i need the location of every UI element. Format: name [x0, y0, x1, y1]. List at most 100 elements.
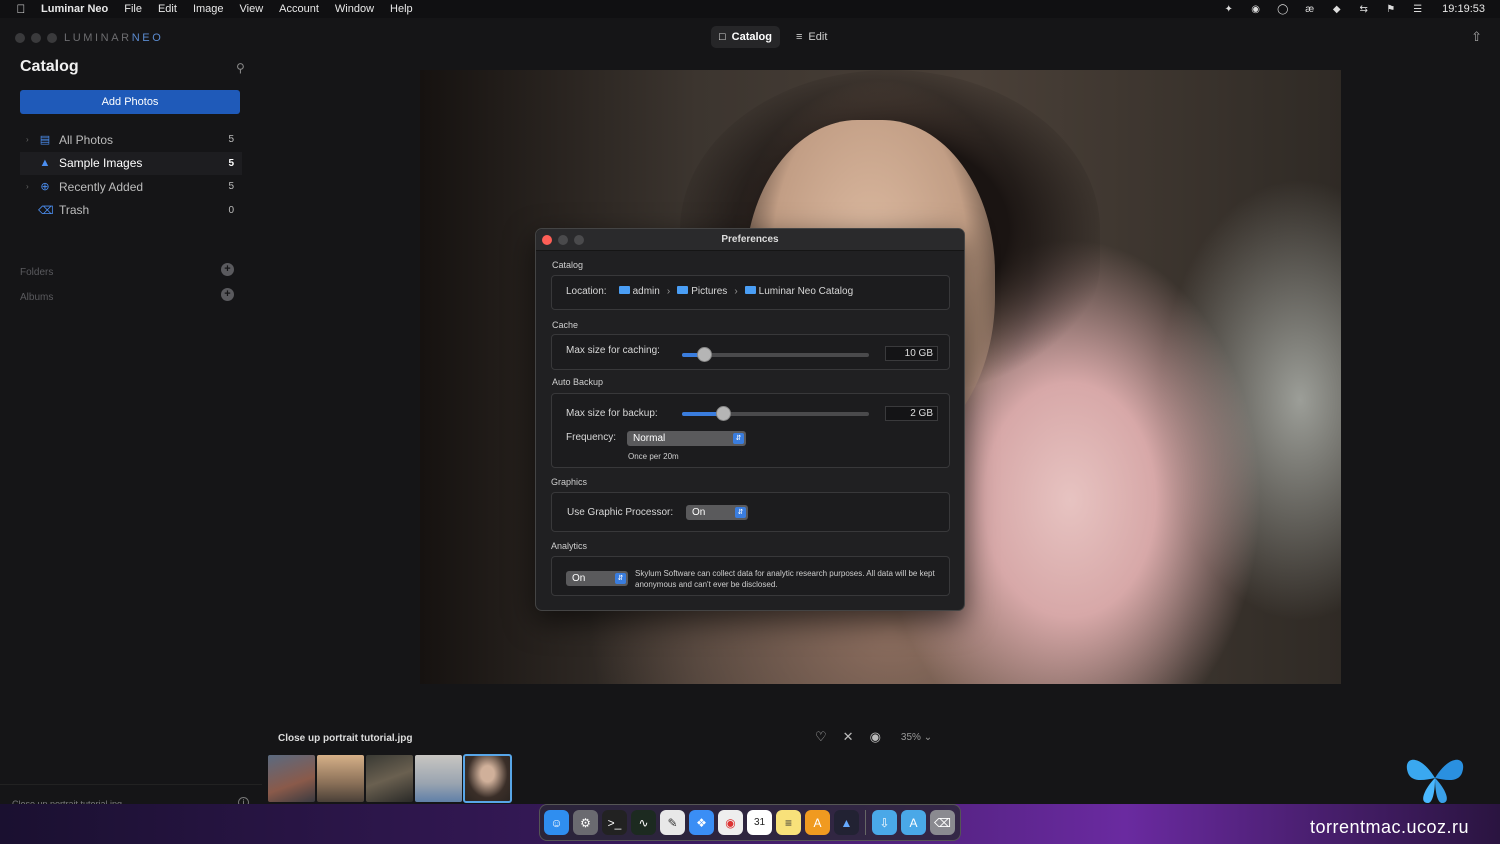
pin-icon[interactable]: ✦ — [1222, 4, 1235, 15]
safari-icon[interactable]: ❖ — [689, 810, 714, 835]
toggle-icon[interactable]: ◯ — [1276, 4, 1289, 15]
analytics-select[interactable]: On ⇵ — [566, 571, 628, 586]
butterfly-logo — [1406, 759, 1464, 803]
gpu-select[interactable]: On ⇵ — [686, 505, 748, 520]
thumbnail[interactable] — [268, 755, 315, 802]
eye-icon[interactable]: ◉ — [870, 729, 881, 745]
graduation-cap-icon: ▲ — [39, 157, 51, 170]
close-dialog-button[interactable] — [542, 235, 552, 245]
grammarly-icon[interactable]: ◉ — [1249, 4, 1262, 15]
dock: ☺ ⚙ >_ ∿ ✎ ❖ ◉ 31 ≡ A ▲ ⇩ A ⌫ — [539, 804, 961, 841]
finder-icon[interactable]: ☺ — [544, 810, 569, 835]
trash-icon[interactable]: ⌫ — [930, 810, 955, 835]
backup-label: Max size for backup: — [566, 408, 658, 419]
applications-folder-icon[interactable]: A — [901, 810, 926, 835]
thumbnail[interactable] — [366, 755, 413, 802]
control-center-icon[interactable]: ☰ — [1411, 4, 1424, 15]
clock[interactable]: 19:19:53 — [1442, 3, 1485, 15]
luminar-neo-icon[interactable]: ▲ — [834, 810, 859, 835]
zoom-dialog-button — [574, 235, 584, 245]
downloads-folder-icon[interactable]: ⇩ — [872, 810, 897, 835]
menu-file[interactable]: File — [124, 3, 142, 15]
folder-icon: □ — [719, 31, 726, 43]
close-window-button[interactable] — [15, 33, 25, 43]
folders-section[interactable]: Folders + — [20, 263, 240, 278]
edit-tab[interactable]: ≡ Edit — [788, 26, 835, 48]
thumbnail[interactable] — [415, 755, 462, 802]
menu-help[interactable]: Help — [390, 3, 413, 15]
menu-app-name[interactable]: Luminar Neo — [41, 3, 108, 15]
thumbnail[interactable] — [317, 755, 364, 802]
folder-icon — [618, 286, 630, 294]
item-count: 5 — [228, 181, 234, 193]
sidebar-item-sample-images[interactable]: ▲ Sample Images 5 — [20, 151, 242, 175]
catalog-section-label: Catalog — [552, 260, 584, 270]
catalog-tab[interactable]: □ Catalog — [711, 26, 780, 48]
sliders-icon: ≡ — [796, 31, 803, 43]
window-controls — [15, 33, 57, 43]
path-separator: › — [666, 286, 671, 297]
minimize-window-button[interactable] — [31, 33, 41, 43]
notes-icon[interactable]: ≡ — [776, 810, 801, 835]
sidebar-item-all-photos[interactable]: › ▤ All Photos 5 — [20, 128, 242, 151]
preferences-dialog: Preferences Catalog Location: admin › Pi… — [535, 228, 965, 611]
activity-monitor-icon[interactable]: ∿ — [631, 810, 656, 835]
frequency-label: Frequency: — [566, 432, 617, 443]
path-catalog[interactable]: Luminar Neo Catalog — [744, 286, 853, 297]
backup-slider[interactable] — [682, 406, 869, 421]
chrome-icon[interactable]: ◉ — [718, 810, 743, 835]
share-icon[interactable]: ⇧ — [1471, 29, 1482, 45]
app-logo: LUMINARNEO — [64, 32, 164, 44]
add-photos-button[interactable]: Add Photos — [20, 90, 240, 114]
backup-section-label: Auto Backup — [552, 377, 604, 387]
search-icon[interactable]: ⚲ — [236, 61, 245, 75]
thumbnail-selected[interactable] — [463, 754, 512, 803]
us-flag-icon[interactable]: ⚑ — [1384, 4, 1397, 15]
path-separator: › — [734, 286, 738, 297]
terminal-icon[interactable]: >_ — [602, 810, 627, 835]
reject-icon[interactable]: ✕ — [843, 729, 854, 745]
app-store-a-icon[interactable]: A — [805, 810, 830, 835]
location-row: Location: admin › Pictures › Luminar Neo… — [566, 286, 853, 297]
shield-icon[interactable]: ◆ — [1330, 4, 1343, 15]
sidebar-footer: Close up portrait tutorial.jpg i — [0, 784, 262, 809]
stack-icon: ▤ — [39, 134, 51, 146]
chevron-right-icon[interactable]: › — [26, 182, 29, 191]
albums-section[interactable]: Albums + — [20, 288, 240, 303]
backup-box — [551, 393, 950, 468]
heart-icon[interactable]: ♡ — [815, 729, 827, 745]
system-preferences-icon[interactable]: ⚙ — [573, 810, 598, 835]
arrows-icon[interactable]: ⇆ — [1357, 4, 1370, 15]
calendar-icon[interactable]: 31 — [747, 810, 772, 835]
gpu-label: Use Graphic Processor: — [567, 507, 674, 518]
chevron-up-down-icon: ⇵ — [615, 573, 626, 584]
menu-edit[interactable]: Edit — [158, 3, 177, 15]
graphics-section-label: Graphics — [551, 477, 588, 487]
add-folder-icon[interactable]: + — [221, 263, 234, 276]
menu-image[interactable]: Image — [193, 3, 224, 15]
chevron-right-icon[interactable]: › — [26, 135, 29, 144]
cache-section-label: Cache — [552, 320, 579, 330]
menu-window[interactable]: Window — [335, 3, 374, 15]
ae-icon[interactable]: æ — [1303, 4, 1316, 15]
frequency-select[interactable]: Normal ⇵ — [627, 431, 746, 446]
path-pictures[interactable]: Pictures — [677, 286, 727, 297]
folder-icon — [677, 286, 689, 294]
apple-icon[interactable]:  — [14, 2, 28, 16]
backup-value-field[interactable]: 2 GB — [885, 406, 938, 421]
menu-view[interactable]: View — [240, 3, 264, 15]
analytics-text: Skylum Software can collect data for ana… — [635, 569, 935, 589]
textedit-icon[interactable]: ✎ — [660, 810, 685, 835]
zoom-window-button[interactable] — [47, 33, 57, 43]
dialog-title: Preferences — [536, 229, 964, 251]
sidebar-item-trash[interactable]: ⌫ Trash 0 — [20, 199, 242, 222]
zoom-dropdown[interactable]: 35% ⌄ — [901, 732, 932, 743]
cache-value-field[interactable]: 10 GB — [885, 346, 938, 361]
path-admin[interactable]: admin — [618, 286, 660, 297]
cache-slider[interactable] — [682, 347, 869, 362]
menu-account[interactable]: Account — [279, 3, 319, 15]
dock-separator — [865, 810, 866, 835]
add-album-icon[interactable]: + — [221, 288, 234, 301]
analytics-section-label: Analytics — [551, 541, 588, 551]
sidebar-item-recently-added[interactable]: › ⊕ Recently Added 5 — [20, 175, 242, 198]
